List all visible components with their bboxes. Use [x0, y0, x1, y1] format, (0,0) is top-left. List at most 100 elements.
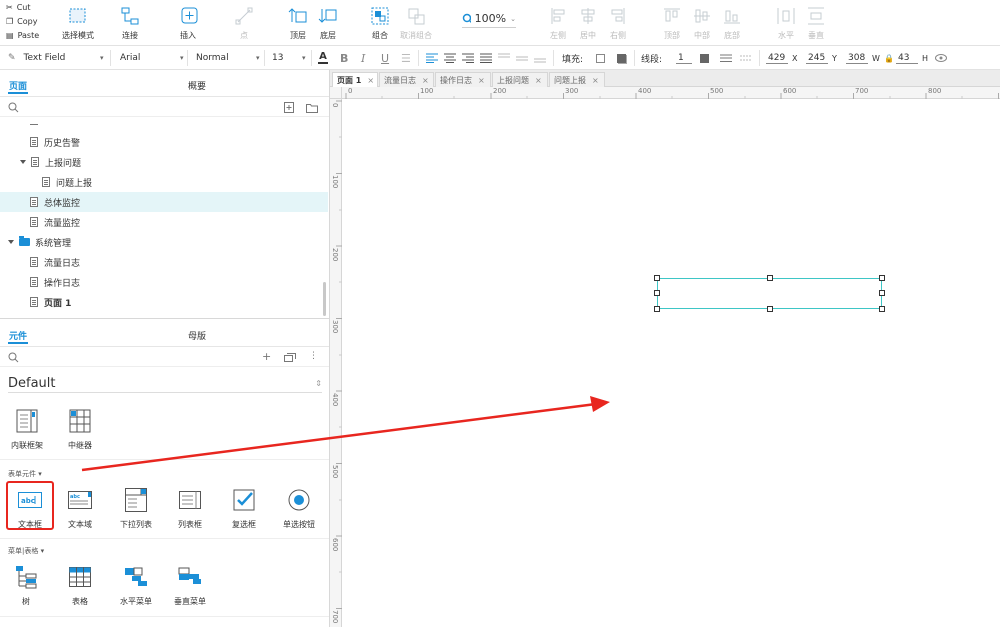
widget-horizontal-menu[interactable]: 水平菜单: [108, 564, 164, 607]
widget-search-icon[interactable]: [8, 352, 19, 366]
widget-text-field[interactable]: abc 文本框: [2, 487, 58, 530]
more-options-icon[interactable]: ⋮: [309, 351, 318, 361]
resize-handle[interactable]: [879, 290, 885, 296]
text-align-right-button[interactable]: [462, 46, 474, 70]
resize-handle[interactable]: [767, 306, 773, 312]
page-item-selected[interactable]: 总体监控: [0, 192, 328, 212]
section-menu-widgets[interactable]: 菜单|表格 ▾: [8, 546, 44, 556]
expand-caret-icon[interactable]: [8, 240, 14, 244]
tab-pages[interactable]: 页面: [9, 79, 27, 92]
aspect-lock-button[interactable]: 🔒: [884, 46, 894, 70]
doc-tab[interactable]: 操作日志 ×: [435, 72, 491, 87]
ungroup-button[interactable]: 取消组合: [394, 6, 438, 41]
paste-button[interactable]: ▤ Paste: [6, 31, 39, 40]
copy-button[interactable]: ❐ Copy: [6, 17, 37, 26]
brush-icon: ✎: [8, 53, 16, 63]
shadow-button[interactable]: [617, 46, 626, 70]
resize-handle[interactable]: [767, 275, 773, 281]
text-justify-button[interactable]: [480, 46, 492, 70]
close-icon[interactable]: ×: [535, 76, 542, 85]
doc-tab[interactable]: 问题上报 ×: [549, 72, 605, 87]
italic-button[interactable]: I: [361, 46, 365, 70]
valign-top-button[interactable]: [498, 46, 510, 70]
line-style-button[interactable]: [720, 46, 732, 70]
select-mode-button[interactable]: 选择模式: [56, 6, 100, 41]
insert-button[interactable]: 插入: [166, 6, 210, 41]
text-align-left-button[interactable]: [426, 46, 438, 70]
close-icon[interactable]: ×: [422, 76, 429, 85]
widget-table[interactable]: 表格: [52, 564, 108, 607]
doc-tab[interactable]: 流量日志 ×: [379, 72, 434, 87]
font-size-select[interactable]: 13 ▾: [272, 46, 306, 70]
doc-tab[interactable]: 上报问题 ×: [492, 72, 548, 87]
library-menu-icon[interactable]: [284, 353, 296, 365]
add-folder-icon[interactable]: [306, 103, 318, 116]
folder-item[interactable]: 系统管理: [0, 232, 328, 252]
resize-handle[interactable]: [654, 290, 660, 296]
tab-outline[interactable]: 概要: [188, 79, 206, 92]
resize-handle[interactable]: [879, 275, 885, 281]
bullet-list-button[interactable]: ☰: [401, 46, 411, 70]
widget-tree[interactable]: 树: [0, 564, 54, 607]
canvas-text-field[interactable]: [657, 278, 882, 309]
section-form-widgets[interactable]: 表单元件 ▾: [8, 469, 42, 479]
widget-vertical-menu[interactable]: 垂直菜单: [162, 564, 218, 607]
resize-handle[interactable]: [654, 306, 660, 312]
add-page-icon[interactable]: [284, 102, 294, 116]
distribute-vertical-button[interactable]: 垂直: [794, 6, 838, 41]
close-icon[interactable]: ×: [478, 76, 485, 85]
tab-masters[interactable]: 母版: [188, 329, 206, 342]
widget-radio-button[interactable]: 单选按钮: [271, 487, 327, 530]
h-input[interactable]: 43: [896, 46, 918, 70]
line-width-input[interactable]: 1: [676, 46, 692, 70]
close-icon[interactable]: ×: [367, 76, 374, 85]
page-item[interactable]: 历史告警: [0, 132, 328, 152]
page-item[interactable]: 上报问题: [0, 152, 328, 172]
widget-text-area[interactable]: abc 文本域: [52, 487, 108, 530]
underline-button[interactable]: U: [381, 46, 389, 70]
arrow-style-button[interactable]: [740, 46, 752, 70]
w-input[interactable]: 308: [846, 46, 868, 70]
valign-bottom-button[interactable]: [534, 46, 546, 70]
align-right-button[interactable]: 右侧: [596, 6, 640, 41]
close-icon[interactable]: ×: [592, 76, 599, 85]
visibility-button[interactable]: [935, 46, 947, 70]
font-family-select[interactable]: Arial ▾: [120, 46, 184, 70]
send-back-button[interactable]: 底层: [306, 6, 350, 41]
widget-repeater[interactable]: 中继器: [52, 408, 108, 451]
pages-scrollbar[interactable]: [323, 282, 326, 316]
expand-caret-icon[interactable]: [20, 160, 26, 164]
doc-tab[interactable]: 页面 1 ×: [332, 72, 378, 87]
align-bottom-icon: [722, 6, 742, 26]
widget-inline-frame[interactable]: 内联框架: [0, 408, 55, 451]
y-input[interactable]: 245: [806, 46, 828, 70]
widget-list-box[interactable]: 列表框: [162, 487, 218, 530]
valign-middle-button[interactable]: [516, 46, 528, 70]
line-color-button[interactable]: [700, 46, 709, 70]
cut-button[interactable]: ✂ Cut: [6, 3, 31, 12]
bold-button[interactable]: B: [340, 46, 348, 70]
widget-style-select[interactable]: ✎ Text Field ▾: [8, 46, 104, 70]
fill-color-button[interactable]: [596, 46, 605, 70]
page-item[interactable]: 流量监控: [0, 212, 328, 232]
widget-checkbox[interactable]: 复选框: [216, 487, 272, 530]
page-item[interactable]: 流量日志: [0, 252, 328, 272]
resize-handle[interactable]: [879, 306, 885, 312]
page-item[interactable]: 操作日志: [0, 272, 328, 292]
tab-widgets[interactable]: 元件: [9, 329, 27, 342]
zoom-select[interactable]: 100% ⌄: [462, 12, 516, 28]
library-select[interactable]: Default ⇕: [8, 375, 322, 393]
font-color-button[interactable]: A: [318, 46, 328, 70]
text-align-center-button[interactable]: [444, 46, 456, 70]
x-input[interactable]: 429: [766, 46, 788, 70]
font-weight-select[interactable]: Normal ▾: [196, 46, 260, 70]
point-button[interactable]: 点: [222, 6, 266, 41]
page-item[interactable]: 页面 1: [0, 292, 328, 312]
connect-button[interactable]: 连接: [108, 6, 152, 41]
page-search-icon[interactable]: [8, 102, 19, 116]
page-item[interactable]: 问题上报: [0, 172, 328, 192]
widget-dropdown[interactable]: 下拉列表: [108, 487, 164, 530]
resize-handle[interactable]: [654, 275, 660, 281]
add-library-icon[interactable]: +: [262, 350, 271, 363]
align-bottom-button[interactable]: 底部: [710, 6, 754, 41]
